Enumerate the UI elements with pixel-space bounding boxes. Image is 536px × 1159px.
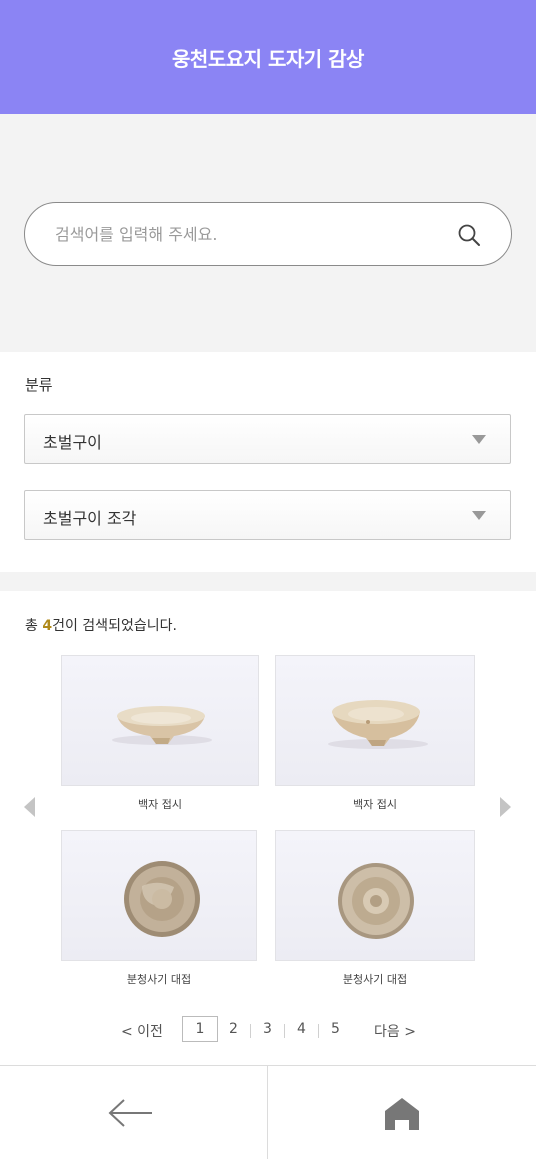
page-title: 웅천도요지 도자기 감상: [172, 46, 364, 71]
pagination-prev[interactable]: < 이전: [121, 1021, 163, 1041]
result-section: 총 4건이 검색되었습니다. 백자 접시 백자 접시 분청사기 대접 분청사기 …: [0, 591, 536, 1065]
card-caption: 분청사기 대접: [342, 973, 408, 986]
ceramic-image[interactable]: [61, 655, 259, 786]
ceramic-image[interactable]: [61, 830, 257, 961]
pagination: < 이전 1 2 3 4 5 다음 >: [0, 1016, 536, 1044]
pagination-page[interactable]: 2: [229, 1021, 238, 1037]
pagination-next[interactable]: 다음 >: [374, 1021, 416, 1041]
back-button[interactable]: [0, 1066, 268, 1159]
card-caption: 백자 접시: [353, 798, 397, 811]
ceramic-image[interactable]: [275, 830, 475, 961]
carousel-next-icon[interactable]: [500, 797, 511, 817]
result-count-suffix: 건이 검색되었습니다.: [52, 618, 177, 634]
arrow-left-icon: [108, 1099, 152, 1127]
app-header: 웅천도요지 도자기 감상: [0, 0, 536, 114]
pagination-separator: [284, 1024, 285, 1038]
bottom-nav: [0, 1065, 536, 1159]
home-button[interactable]: [268, 1066, 536, 1159]
search-input[interactable]: [55, 203, 435, 265]
pagination-page[interactable]: 5: [331, 1021, 340, 1037]
section-divider: [0, 572, 536, 591]
category-select-value: 초벌구이: [43, 433, 102, 452]
category-select[interactable]: 초벌구이: [24, 414, 511, 464]
subcategory-select-value: 초벌구이 조각: [43, 509, 137, 528]
dropdown-arrow-icon: [472, 511, 486, 520]
pagination-separator: [250, 1024, 251, 1038]
subcategory-select[interactable]: 초벌구이 조각: [24, 490, 511, 540]
result-count-number: 4: [42, 618, 53, 634]
search-icon[interactable]: [457, 223, 481, 247]
card-caption: 백자 접시: [138, 798, 182, 811]
dropdown-arrow-icon: [472, 435, 486, 444]
result-count-prefix: 총: [25, 618, 43, 634]
home-icon: [385, 1098, 419, 1130]
pagination-page[interactable]: 3: [263, 1021, 272, 1037]
pagination-page[interactable]: 4: [297, 1021, 306, 1037]
search-box: [24, 202, 512, 266]
search-section: [0, 114, 536, 352]
filter-section: 분류 초벌구이 초벌구이 조각: [0, 352, 536, 572]
carousel-prev-icon[interactable]: [24, 797, 35, 817]
filter-label: 분류: [25, 376, 53, 394]
result-count: 총 4건이 검색되었습니다.: [25, 615, 177, 635]
card-caption: 분청사기 대접: [126, 973, 192, 986]
pagination-separator: [318, 1024, 319, 1038]
pagination-current-page[interactable]: 1: [182, 1016, 218, 1042]
ceramic-image[interactable]: [275, 655, 475, 786]
